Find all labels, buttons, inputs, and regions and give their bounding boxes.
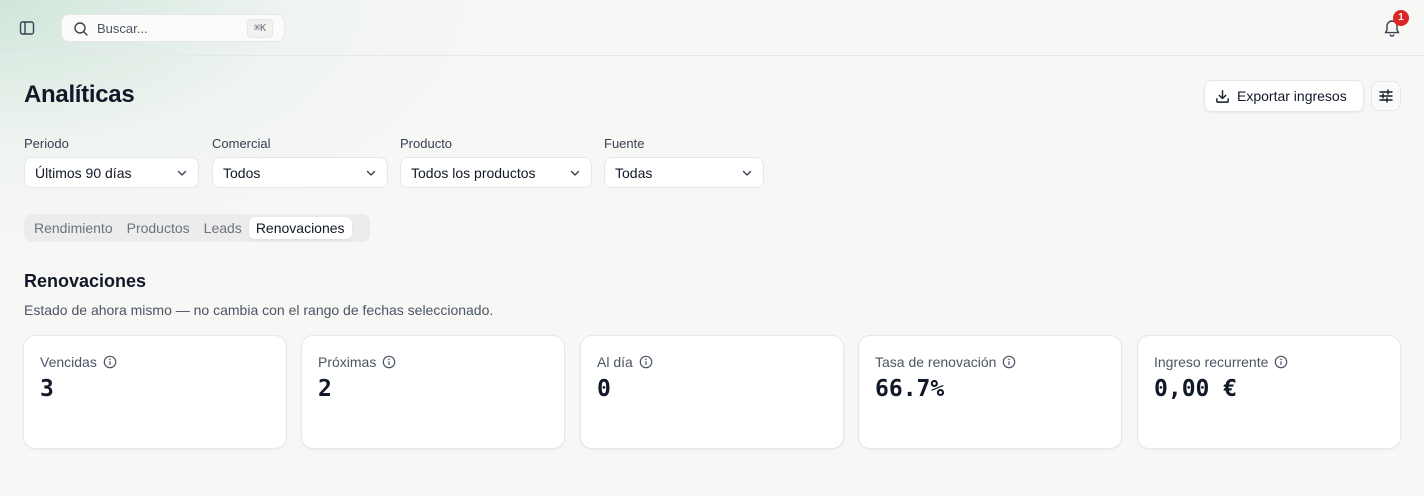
filter-product: Producto Todos los productos: [400, 136, 592, 188]
card-overdue: Vencidas 3: [23, 335, 287, 449]
filter-salesperson-select[interactable]: Todos: [212, 157, 388, 188]
view-settings-button[interactable]: [1371, 81, 1401, 111]
filter-source-select[interactable]: Todas: [604, 157, 764, 188]
tab-leads[interactable]: Leads: [197, 217, 249, 239]
tab-performance[interactable]: Rendimiento: [27, 217, 120, 239]
card-renewal-rate-label: Tasa de renovación: [875, 354, 997, 370]
card-upcoming: Próximas 2: [301, 335, 565, 449]
search-input[interactable]: Buscar... ⌘K: [61, 14, 285, 42]
chevron-down-icon: [177, 170, 187, 176]
filter-salesperson-label: Comercial: [212, 136, 271, 151]
search-icon: [74, 22, 88, 36]
filter-source-label: Fuente: [604, 136, 645, 151]
sliders-icon: [1379, 89, 1393, 103]
download-icon: [1216, 89, 1229, 103]
card-recurring-revenue-value: 0,00 €: [1154, 376, 1238, 402]
filter-salesperson: Comercial Todos: [212, 136, 388, 188]
filter-period-value: Últimos 90 días: [35, 164, 132, 181]
card-recurring-revenue-label: Ingreso recurrente: [1154, 354, 1269, 370]
export-revenue-label: Exportar ingresos: [1237, 88, 1347, 104]
filter-period-select[interactable]: Últimos 90 días: [24, 157, 199, 188]
info-icon[interactable]: [1002, 355, 1016, 369]
card-renewal-rate-value: 66.7%: [875, 376, 945, 402]
sidebar-toggle-button[interactable]: [14, 16, 40, 40]
section-subtitle: Estado de ahora mismo — no cambia con el…: [24, 302, 494, 318]
tab-products[interactable]: Productos: [120, 217, 197, 239]
chevron-down-icon: [742, 170, 752, 176]
card-renewal-rate: Tasa de renovación 66.7%: [858, 335, 1122, 449]
card-upcoming-value: 2: [318, 376, 332, 402]
filter-period: Periodo Últimos 90 días: [24, 136, 199, 188]
filter-product-value: Todos los productos: [411, 164, 536, 181]
tab-renewals[interactable]: Renovaciones: [248, 217, 352, 239]
notification-badge: 1: [1393, 10, 1409, 26]
card-up-to-date-value: 0: [597, 376, 611, 402]
filter-product-label: Producto: [400, 136, 453, 151]
card-renewal-rate-label-row: Tasa de renovación: [875, 354, 1016, 370]
section-title: Renovaciones: [24, 271, 147, 291]
filter-period-label: Periodo: [24, 136, 69, 151]
chevron-down-icon: [366, 170, 376, 176]
card-overdue-label: Vencidas: [40, 354, 97, 370]
filter-source: Fuente Todas: [604, 136, 764, 188]
filter-source-value: Todas: [615, 164, 653, 181]
info-icon[interactable]: [103, 355, 117, 369]
info-icon[interactable]: [1274, 355, 1288, 369]
card-up-to-date-label-row: Al día: [597, 354, 653, 370]
sidebar-toggle-icon: [19, 21, 35, 35]
card-recurring-revenue: Ingreso recurrente 0,00 €: [1137, 335, 1401, 449]
card-recurring-revenue-label-row: Ingreso recurrente: [1154, 354, 1288, 370]
search-placeholder: Buscar...: [97, 21, 148, 36]
search-shortcut: ⌘K: [246, 19, 273, 38]
card-upcoming-label: Próximas: [318, 354, 377, 370]
info-icon[interactable]: [639, 355, 653, 369]
analytics-tabs: Rendimiento Productos Leads Renovaciones: [24, 214, 370, 242]
card-overdue-value: 3: [40, 376, 54, 402]
page-title: Analíticas: [24, 81, 135, 108]
chevron-down-icon: [570, 170, 580, 176]
filter-salesperson-value: Todos: [223, 164, 261, 181]
card-overdue-label-row: Vencidas: [40, 354, 117, 370]
card-upcoming-label-row: Próximas: [318, 354, 396, 370]
info-icon[interactable]: [382, 355, 396, 369]
card-up-to-date-label: Al día: [597, 354, 633, 370]
filter-product-select[interactable]: Todos los productos: [400, 157, 592, 188]
card-up-to-date: Al día 0: [580, 335, 844, 449]
top-bar: Buscar... ⌘K 1: [0, 0, 1424, 56]
export-revenue-button[interactable]: Exportar ingresos: [1204, 80, 1364, 112]
